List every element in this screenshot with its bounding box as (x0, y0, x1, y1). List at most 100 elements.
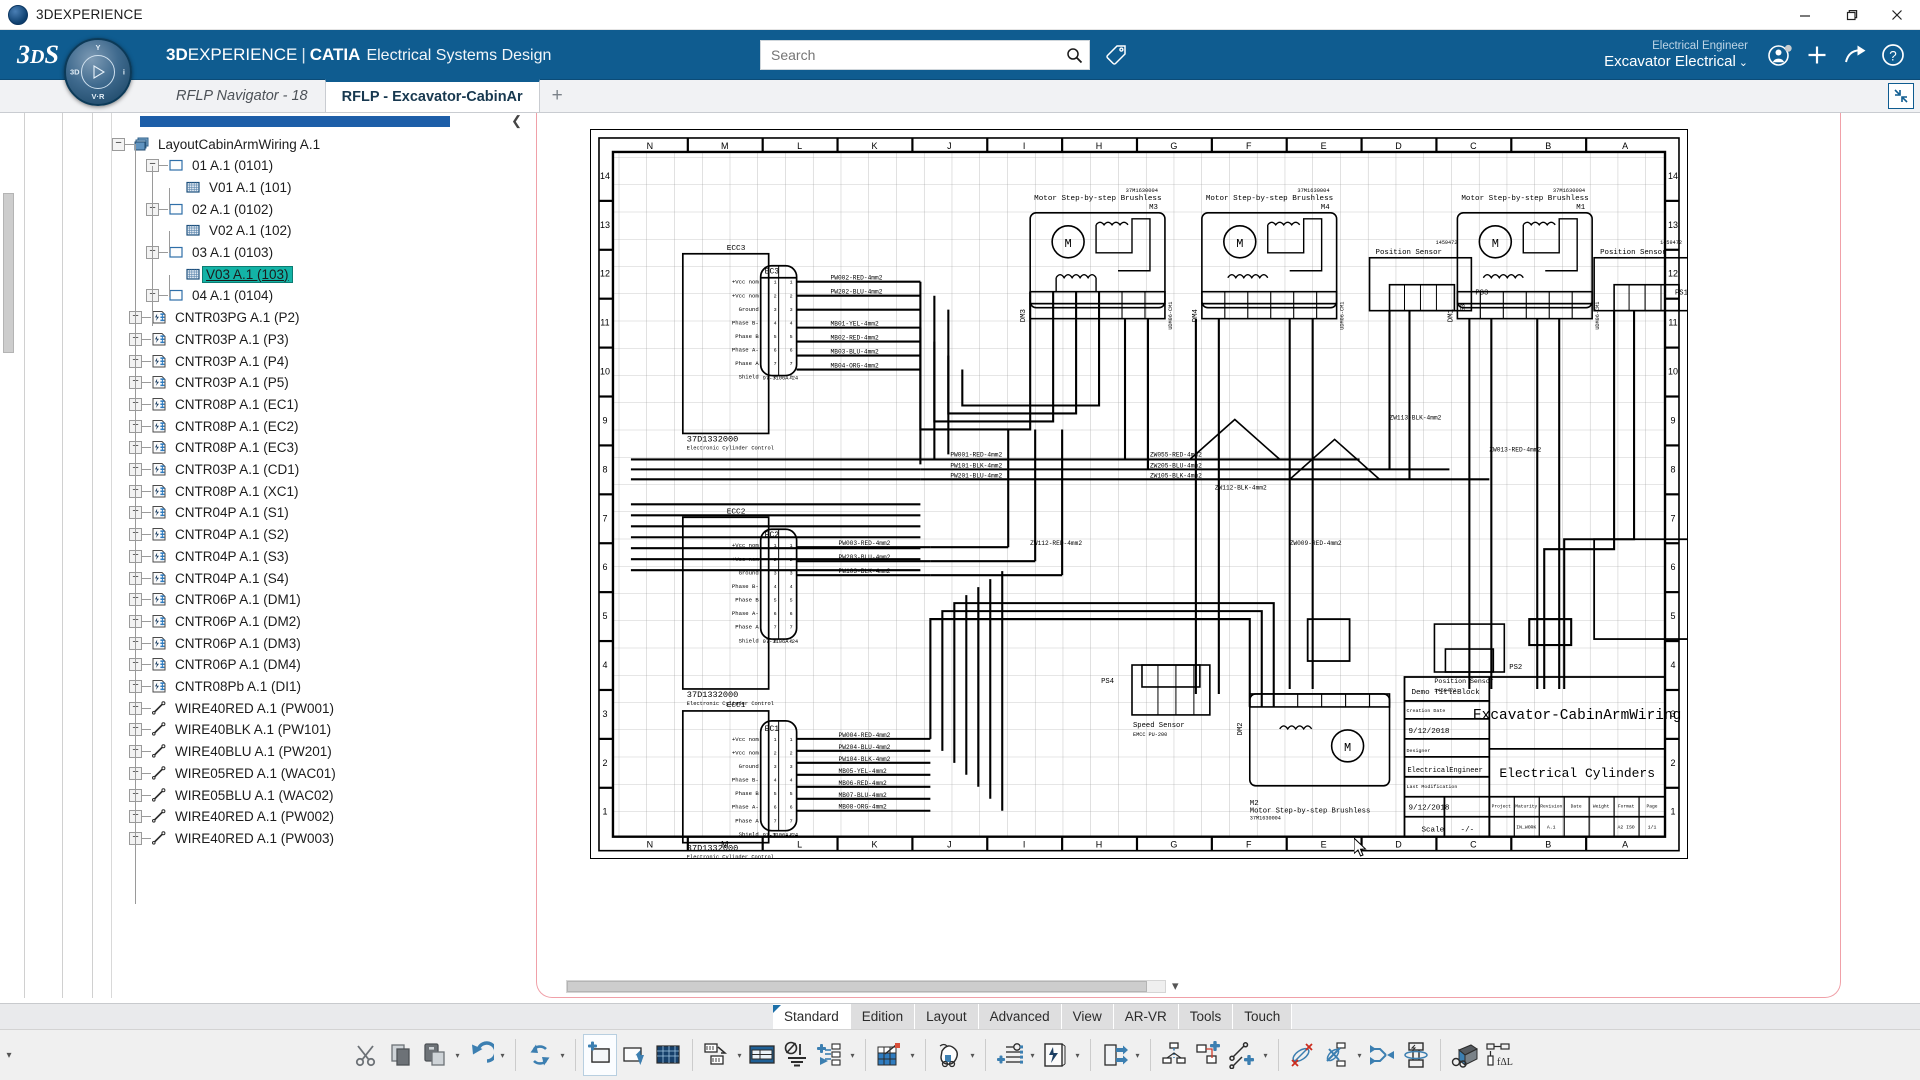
tree-node[interactable]: +CNTR03P A.1 (P5) (129, 372, 289, 394)
tree-node[interactable]: +CNTR06P A.1 (DM4) (129, 654, 301, 676)
tree-node[interactable]: −03 A.1 (0103) (146, 242, 273, 264)
tree-node-label[interactable]: CNTR06P A.1 (DM3) (168, 636, 301, 651)
tree-node-label[interactable]: WIRE40BLU A.1 (PW201) (168, 744, 332, 759)
help-icon[interactable]: ? (1874, 35, 1912, 75)
tree-node-label[interactable]: 01 A.1 (0101) (185, 158, 273, 173)
tree-node-label[interactable]: CNTR03P A.1 (CD1) (168, 462, 299, 477)
update-refresh-icon[interactable] (526, 1041, 554, 1069)
delete-route-icon[interactable] (1289, 1041, 1317, 1069)
tree-node[interactable]: V01 A.1 (101) (163, 176, 292, 198)
tree-node-label[interactable]: CNTR04P A.1 (S4) (168, 571, 289, 586)
toolbar-button-ground-symbol[interactable] (779, 1034, 813, 1076)
device-place-icon[interactable] (936, 1041, 964, 1069)
tree-node-label[interactable]: 04 A.1 (0104) (185, 288, 273, 303)
grid-sheet-icon[interactable] (654, 1041, 682, 1069)
add-connector-icon[interactable] (1195, 1041, 1223, 1069)
tree-node[interactable]: +WIRE40RED A.1 (PW003) (129, 827, 334, 849)
toolbar-dropdown-caret[interactable]: ▾ (557, 1034, 568, 1076)
toolbar-button-add-signal[interactable] (993, 1034, 1027, 1076)
toolbar-button-insert-view[interactable] (617, 1034, 651, 1076)
toolbar-button-reroute[interactable] (1320, 1034, 1354, 1076)
tree-node[interactable]: +CNTR03P A.1 (P4) (129, 350, 289, 372)
tree-node-label[interactable]: V02 A.1 (102) (202, 223, 292, 238)
toolbar-button-update-refresh[interactable] (523, 1034, 557, 1076)
action-tab-ar-vr[interactable]: AR-VR (1113, 1004, 1179, 1029)
add-icon[interactable] (1798, 35, 1836, 75)
search-input[interactable] (761, 42, 1059, 68)
tree-vertical-scrollbar[interactable] (3, 193, 14, 353)
maximize-button[interactable] (1828, 0, 1874, 30)
paste-icon[interactable] (421, 1041, 449, 1069)
search-box[interactable] (760, 40, 1090, 70)
toolbar-dropdown-caret[interactable]: ▾ (907, 1034, 918, 1076)
tree-node[interactable]: +WIRE40BLK A.1 (PW101) (129, 719, 331, 741)
toolbar-button-measure[interactable]: fΔL (1482, 1034, 1516, 1076)
tree-node-label[interactable]: CNTR03P A.1 (P5) (168, 375, 289, 390)
chevron-down-icon[interactable]: ⌄ (1736, 57, 1748, 69)
tree-node[interactable]: +04 A.1 (0104) (146, 285, 273, 307)
action-tab-tools[interactable]: Tools (1178, 1004, 1234, 1029)
toolbar-dropdown-caret[interactable]: ▾ (1132, 1034, 1143, 1076)
tree-node[interactable]: −01 A.1 (0101) (146, 155, 273, 177)
ground-symbol-icon[interactable] (782, 1041, 810, 1069)
toolbar-button-electrical-equipment[interactable] (1038, 1034, 1072, 1076)
reroute-icon[interactable] (1323, 1041, 1351, 1069)
tree-node-label[interactable]: 02 A.1 (0102) (185, 202, 273, 217)
insert-view-icon[interactable] (620, 1041, 648, 1069)
tree-node-label-selected[interactable]: V03 A.1 (103) (202, 265, 293, 283)
toolbar-button-paste[interactable] (418, 1034, 452, 1076)
electrical-schematic-drawing[interactable]: 14 14 13 13 12 12 11 11 10 10 9 9 8 8 7 7 6 6 5 5 4 4 3 3 2 2 1 1 N N… (590, 129, 1688, 859)
tree-node[interactable]: V03 A.1 (103) (163, 263, 293, 285)
toolbar-button-device-place[interactable] (933, 1034, 967, 1076)
tree-node-label[interactable]: WIRE05RED A.1 (WAC01) (168, 766, 336, 781)
tree-node-label[interactable]: CNTR04P A.1 (S1) (168, 505, 289, 520)
tree-node-label[interactable]: CNTR03P A.1 (P3) (168, 332, 289, 347)
tree-node[interactable]: +WIRE05RED A.1 (WAC01) (129, 762, 336, 784)
tree-node-label[interactable]: CNTR06P A.1 (DM2) (168, 614, 301, 629)
action-tab-edition[interactable]: Edition (850, 1004, 916, 1029)
toolbar-button-delete-route[interactable] (1286, 1034, 1320, 1076)
tree-node-label[interactable]: LayoutCabinArmWiring A.1 (151, 137, 320, 152)
tree-node[interactable]: +WIRE05BLU A.1 (WAC02) (129, 784, 334, 806)
3dexperience-compass[interactable]: Y 3D i V·R (64, 38, 132, 106)
tag-icon[interactable] (1096, 40, 1136, 70)
tree-node[interactable]: +CNTR04P A.1 (S4) (129, 567, 289, 589)
toolbar-button-undo[interactable] (463, 1034, 497, 1076)
toolbar-dropdown-caret[interactable]: ▾ (1027, 1034, 1038, 1076)
share-icon[interactable] (1836, 35, 1874, 75)
toolbar-button-duplicate-frame[interactable] (700, 1034, 734, 1076)
undo-icon[interactable] (466, 1041, 494, 1069)
toolbar-button-copy[interactable] (384, 1034, 418, 1076)
minimize-button[interactable] (1782, 0, 1828, 30)
electrical-equipment-icon[interactable] (1041, 1041, 1069, 1069)
toolbar-button-new-sheet[interactable] (583, 1034, 617, 1076)
network-split-icon[interactable] (1368, 1041, 1396, 1069)
tree-node[interactable]: +WIRE40RED A.1 (PW002) (129, 806, 334, 828)
toolbar-dropdown-caret[interactable]: ▾ (734, 1034, 745, 1076)
toolbar-button-titleblock[interactable] (745, 1034, 779, 1076)
toolbar-button-route-wire[interactable] (1226, 1034, 1260, 1076)
transfer-sheet-icon[interactable] (1101, 1041, 1129, 1069)
tree-node-label[interactable]: CNTR08P A.1 (EC2) (168, 419, 299, 434)
search-icon[interactable] (1059, 47, 1089, 64)
tree-node[interactable]: +CNTR08P A.1 (EC1) (129, 393, 299, 415)
toolbar-button-network-split[interactable] (1365, 1034, 1399, 1076)
bundle-icon[interactable] (1402, 1041, 1430, 1069)
collapse-panel-icon[interactable] (1888, 83, 1914, 109)
tree-node-label[interactable]: CNTR06P A.1 (DM4) (168, 657, 301, 672)
toolbar-overflow-caret[interactable]: ▾ (0, 1034, 18, 1076)
add-tab-button[interactable]: + (540, 79, 576, 112)
tree-node[interactable]: +CNTR06P A.1 (DM2) (129, 610, 301, 632)
toolbar-dropdown-caret[interactable]: ▾ (967, 1034, 978, 1076)
connection-point-icon[interactable] (1161, 1041, 1189, 1069)
scroll-menu-caret[interactable]: ▾ (1172, 978, 1179, 994)
toolbar-dropdown-caret[interactable]: ▾ (1072, 1034, 1083, 1076)
toolbar-button-cut-scissors[interactable] (350, 1034, 384, 1076)
tree-node-label[interactable]: CNTR08Pb A.1 (DI1) (168, 679, 301, 694)
tree-node[interactable]: +CNTR03P A.1 (P3) (129, 328, 289, 350)
tree-node-label[interactable]: CNTR03PG A.1 (P2) (168, 310, 300, 325)
toolbar-button-bundle[interactable] (1399, 1034, 1433, 1076)
tree-node-label[interactable]: V01 A.1 (101) (202, 180, 292, 195)
action-tab-view[interactable]: View (1061, 1004, 1114, 1029)
tree-node[interactable]: −02 A.1 (0102) (146, 198, 273, 220)
